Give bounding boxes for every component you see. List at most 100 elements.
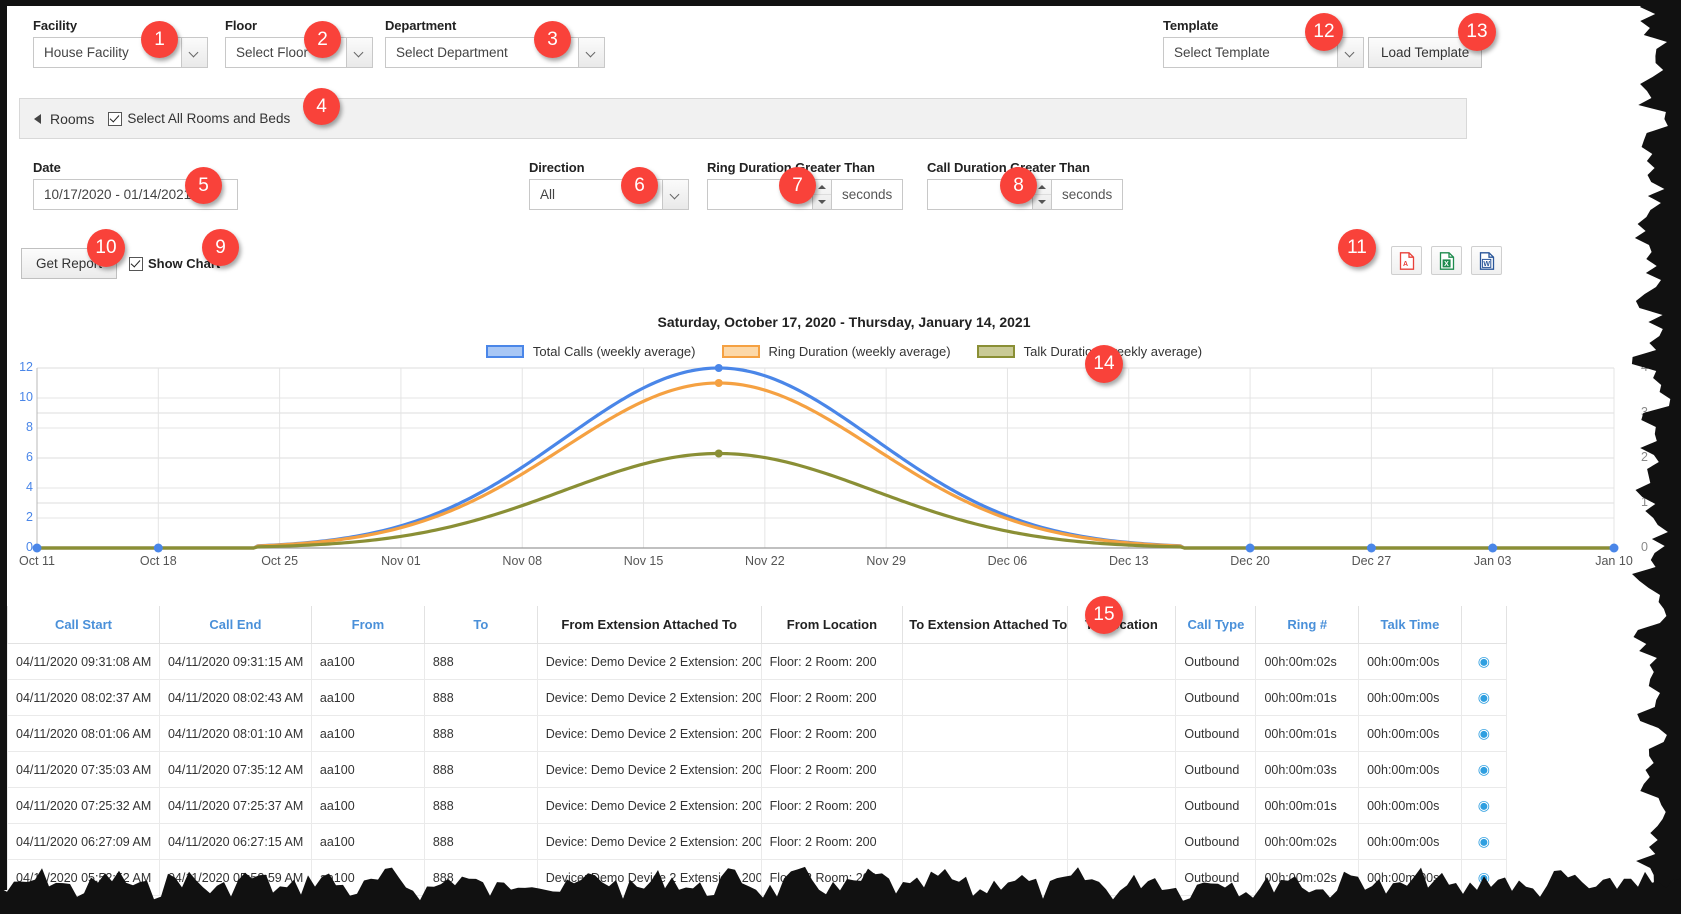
primary-filter-row: Facility House Facility Floor Select Flo… bbox=[7, 6, 1681, 84]
table-column-header[interactable]: From Extension Attached To bbox=[536, 606, 762, 644]
table-cell: 00h:00m:01s bbox=[1255, 715, 1360, 752]
spinner-down-icon[interactable] bbox=[813, 195, 831, 209]
view-details-icon[interactable]: ◉ bbox=[1460, 751, 1508, 788]
facility-select[interactable]: House Facility bbox=[33, 37, 208, 68]
svg-text:W: W bbox=[1483, 261, 1490, 268]
table-cell: 888 bbox=[423, 787, 538, 824]
chart-plot-area[interactable]: 024681012 01234 Oct 11Oct 18Oct 25Nov 01… bbox=[7, 354, 1681, 590]
step-badge-14: 14 bbox=[1085, 345, 1123, 383]
table-cell bbox=[1066, 751, 1177, 788]
view-details-icon[interactable]: ◉ bbox=[1460, 715, 1508, 752]
chevron-down-icon[interactable] bbox=[346, 38, 372, 67]
table-row[interactable]: 04/11/2020 07:25:32 AM 04/11/2020 07:25:3… bbox=[7, 787, 1508, 824]
floor-field: Floor Select Floor bbox=[225, 18, 373, 68]
table-cell: 04/11/2020 08:02:37 AM bbox=[7, 679, 160, 716]
direction-field: Direction All bbox=[529, 160, 689, 210]
step-badge-1: 1 bbox=[141, 21, 178, 58]
table-row[interactable]: 04/11/2020 08:01:06 AM 04/11/2020 08:01:1… bbox=[7, 715, 1508, 752]
table-cell: Outbound bbox=[1175, 715, 1257, 752]
chevron-down-icon[interactable] bbox=[662, 180, 688, 209]
direction-label: Direction bbox=[529, 160, 585, 175]
chevron-down-icon[interactable] bbox=[578, 38, 604, 67]
export-excel-button[interactable]: X bbox=[1431, 246, 1462, 275]
step-badge-2: 2 bbox=[304, 21, 341, 58]
department-select[interactable]: Select Department bbox=[385, 37, 605, 68]
table-cell: Floor: 2 Room: 200 bbox=[760, 787, 904, 824]
call-log-table: Call Start Call End From To From Extension A… bbox=[7, 606, 1508, 896]
chevron-down-icon[interactable] bbox=[1337, 38, 1363, 67]
table-column-header[interactable]: Call Type bbox=[1175, 606, 1257, 644]
table-column-header[interactable]: From bbox=[310, 606, 425, 644]
view-details-icon[interactable]: ◉ bbox=[1460, 643, 1508, 680]
table-cell: 00h:00m:02s bbox=[1255, 643, 1360, 680]
table-column-header[interactable]: Call Start bbox=[7, 606, 160, 644]
x-axis-tick: Nov 22 bbox=[745, 554, 785, 568]
x-axis-tick: Oct 18 bbox=[139, 554, 177, 568]
checkbox-checked-icon bbox=[129, 256, 143, 271]
table-row[interactable]: 04/11/2020 09:31:08 AM 04/11/2020 09:31:1… bbox=[7, 643, 1508, 680]
table-column-header[interactable]: Talk Time bbox=[1358, 606, 1462, 644]
table-cell: Device: Demo Device 2 Extension: 200 bbox=[536, 643, 762, 680]
table-column-header[interactable]: To Extension Attached To bbox=[902, 606, 1068, 644]
table-cell: Device: Demo Device 2 Extension: 200 bbox=[536, 751, 762, 788]
table-cell: 00h:00m:01s bbox=[1255, 787, 1360, 824]
table-cell: 888 bbox=[423, 715, 538, 752]
table-cell bbox=[1066, 787, 1177, 824]
x-axis-tick: Nov 15 bbox=[623, 554, 664, 568]
table-row[interactable]: 04/11/2020 07:35:03 AM 04/11/2020 07:35:1… bbox=[7, 751, 1508, 788]
y-axis-left-tick: 10 bbox=[19, 390, 33, 404]
export-pdf-button[interactable]: A bbox=[1391, 246, 1422, 275]
rooms-breadcrumb-label[interactable]: Rooms bbox=[50, 111, 94, 127]
table-cell: 04/11/2020 07:35:03 AM bbox=[7, 751, 160, 788]
table-cell bbox=[902, 679, 1068, 716]
table-cell: 04/11/2020 07:25:32 AM bbox=[7, 787, 160, 824]
action-row: Get Report Show Chart A X W bbox=[7, 246, 1681, 288]
table-cell: Floor: 2 Room: 200 bbox=[760, 679, 904, 716]
floor-select[interactable]: Select Floor bbox=[225, 37, 373, 68]
table-column-header[interactable]: From Location bbox=[760, 606, 904, 644]
direction-select[interactable]: All bbox=[529, 179, 689, 210]
select-all-rooms-checkbox[interactable]: Select All Rooms and Beds bbox=[108, 111, 290, 126]
y-axis-left-tick: 0 bbox=[26, 540, 33, 554]
table-cell: aa100 bbox=[310, 787, 425, 824]
spinner-down-icon[interactable] bbox=[1033, 195, 1051, 209]
table-cell: 04/11/2020 07:35:12 AM bbox=[158, 751, 312, 788]
chart-svg bbox=[32, 364, 1619, 553]
svg-text:A: A bbox=[1403, 261, 1408, 268]
excel-icon: X bbox=[1439, 251, 1454, 270]
step-badge-13: 13 bbox=[1458, 13, 1496, 51]
step-badge-4: 4 bbox=[303, 88, 340, 125]
y-axis-left-tick: 8 bbox=[26, 420, 33, 434]
table-header-row: Call Start Call End From To From Extension A… bbox=[7, 606, 1508, 644]
table-column-header[interactable]: Ring # bbox=[1255, 606, 1360, 644]
table-cell: 00h:00m:00s bbox=[1358, 715, 1462, 752]
table-cell: Floor: 2 Room: 200 bbox=[760, 643, 904, 680]
department-field: Department Select Department bbox=[385, 18, 605, 68]
table-row[interactable]: 04/11/2020 08:02:37 AM 04/11/2020 08:02:4… bbox=[7, 679, 1508, 716]
table-cell: aa100 bbox=[310, 715, 425, 752]
table-cell: 00h:00m:01s bbox=[1255, 679, 1360, 716]
table-cell: Outbound bbox=[1175, 787, 1257, 824]
table-column-header[interactable]: Call End bbox=[158, 606, 312, 644]
chevron-down-icon[interactable] bbox=[181, 38, 207, 67]
table-column-header[interactable] bbox=[1460, 606, 1508, 644]
table-cell: aa100 bbox=[310, 751, 425, 788]
back-arrow-icon[interactable] bbox=[34, 113, 41, 124]
call-log-table-wrap: Call Start Call End From To From Extension A… bbox=[7, 606, 1681, 896]
rooms-selection-bar: Rooms Select All Rooms and Beds bbox=[19, 98, 1467, 139]
table-cell bbox=[902, 751, 1068, 788]
table-cell: 04/11/2020 07:25:37 AM bbox=[158, 787, 312, 824]
step-badge-8: 8 bbox=[1000, 167, 1037, 204]
y-axis-left-tick: 4 bbox=[26, 480, 33, 494]
call-duration-unit: seconds bbox=[1052, 179, 1124, 210]
table-cell: 04/11/2020 08:01:06 AM bbox=[7, 715, 160, 752]
table-cell bbox=[1066, 643, 1177, 680]
view-details-icon[interactable]: ◉ bbox=[1460, 679, 1508, 716]
table-cell: 888 bbox=[423, 679, 538, 716]
table-column-header[interactable]: To bbox=[423, 606, 538, 644]
view-details-icon[interactable]: ◉ bbox=[1460, 787, 1508, 824]
x-axis-tick: Oct 11 bbox=[19, 554, 55, 568]
table-cell bbox=[1066, 679, 1177, 716]
x-axis-tick: Dec 13 bbox=[1108, 554, 1149, 568]
export-word-button[interactable]: W bbox=[1471, 246, 1502, 275]
